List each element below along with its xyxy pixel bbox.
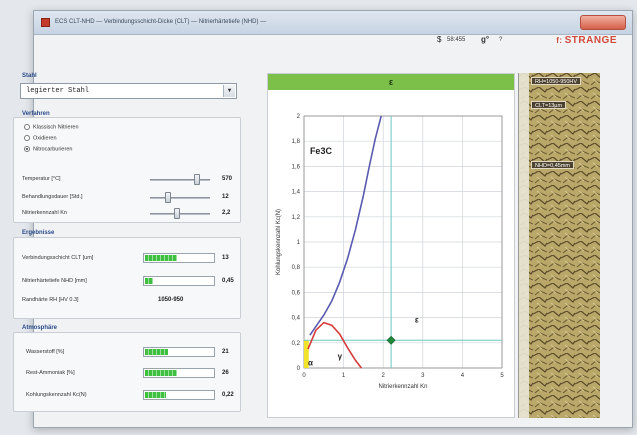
radio-icon[interactable] [24, 135, 30, 141]
atmosphaere-label: Atmosphäre [22, 325, 58, 331]
y-tick-label: 0,2 [292, 341, 301, 347]
ergebnisse-label: Ergebnisse [22, 230, 55, 236]
chart-header: ε [268, 74, 514, 90]
result-value: 0,45 [222, 278, 234, 284]
atmosphere-bar-fill [145, 370, 177, 376]
stahl-label: Stahl [22, 73, 37, 79]
x-tick-label: 1 [342, 373, 346, 379]
phase-diagram-panel: ε 0 1 2 3 4 5 0 0,2 0,4 0,6 0,8 1 1,2 1,4 1,6 1,8 2 Nitri… [267, 73, 515, 418]
dollar-icon[interactable]: $ [437, 35, 441, 44]
region-label: Fe3C [310, 146, 333, 156]
x-tick-label: 0 [302, 373, 306, 379]
region-label: ε [415, 316, 419, 325]
atmosphere-bar-fill [145, 392, 166, 398]
brand-logo: f: STRANGE [556, 35, 617, 46]
title-bar: ECS CLT-NHD — Verbindungsschicht-Dicke (… [34, 11, 632, 35]
parameter-label: Nitrierkennzahl Kn [22, 210, 67, 216]
atmosphere-value: 26 [222, 370, 229, 376]
verfahren-option[interactable]: Oxidieren [24, 135, 57, 141]
verfahren-option[interactable]: Nitrocarburieren [24, 146, 72, 152]
y-tick-label: 1,8 [292, 139, 301, 145]
verfahren-option-label: Nitrocarburieren [33, 146, 73, 153]
y-tick-label: 1 [297, 240, 301, 246]
slider-thumb[interactable] [174, 208, 180, 219]
parameter-slider[interactable] [150, 197, 210, 199]
result-bar-fill [145, 255, 177, 261]
verfahren-option-label: Klassisch Nitrieren [33, 124, 79, 131]
micrograph-tag: CLT=13µm [531, 101, 567, 109]
slider-thumb[interactable] [193, 174, 200, 185]
x-tick-label: 4 [461, 373, 465, 379]
atmosphere-bar [143, 368, 215, 378]
atmosphere-value: 0,22 [222, 392, 234, 398]
atmosphere-value: 21 [222, 349, 229, 355]
x-tick-label: 3 [421, 373, 425, 379]
result-value: 1050-950 [158, 297, 184, 303]
toolbar-value: 58:455 [447, 37, 466, 43]
x-axis-label: Nitrierkennzahl Kn [378, 384, 427, 390]
phase-boundary-1 [307, 321, 363, 369]
app-icon [41, 18, 50, 27]
result-bar [143, 253, 215, 263]
parameter-value: 12 [222, 194, 229, 200]
y-tick-label: 1,4 [292, 190, 301, 196]
atmosphere-bar [143, 347, 215, 357]
y-tick-label: 0,8 [292, 265, 301, 271]
verfahren-option-label: Oxidieren [33, 135, 57, 142]
y-tick-label: 1,6 [292, 164, 301, 170]
phase-diagram: 0 1 2 3 4 5 0 0,2 0,4 0,6 0,8 1 1,2 1,4 1,6 1,8 2 Nitrier… [276, 114, 504, 390]
radio-icon[interactable] [24, 146, 30, 152]
stahl-select[interactable]: legierter Stahl ▼ [20, 83, 237, 99]
x-tick-label: 5 [500, 373, 504, 379]
radio-icon[interactable] [24, 124, 30, 130]
stahl-select-value: legierter Stahl [26, 87, 90, 95]
parameter-label: Behandlungsdauer [Std.] [22, 194, 83, 200]
result-value: 13 [222, 255, 229, 261]
micrograph-texture [519, 73, 600, 418]
result-label: Verbindungsschicht CLT [um] [22, 255, 94, 261]
micrograph: RH=1050-950HV CLT=13µm NHD=0,45mm [518, 73, 600, 418]
help-button[interactable]: ? [499, 37, 502, 43]
result-label: Randhärte RH [HV 0.3] [22, 297, 79, 303]
y-tick-label: 0,4 [292, 316, 301, 322]
verfahren-option[interactable]: Klassisch Nitrieren [24, 124, 79, 130]
result-label: Nitrierhärtetiefe NHD [mm] [22, 278, 87, 284]
y-tick-label: 0,6 [292, 290, 301, 296]
atmosphere-label: Rest-Ammoniak [%] [26, 370, 75, 376]
parameter-slider[interactable] [150, 179, 210, 181]
parameter-slider[interactable] [150, 213, 210, 215]
micrograph-tag: NHD=0,45mm [531, 161, 574, 169]
region-label: γ [338, 352, 343, 361]
x-tick-label: 2 [382, 373, 386, 379]
parameter-value: 2,2 [222, 210, 231, 216]
atmosphere-bar [143, 390, 215, 400]
atmosphere-bar-fill [145, 349, 169, 355]
micrograph-tag: RH=1050-950HV [531, 77, 582, 85]
y-tick-label: 1,2 [292, 215, 301, 221]
verfahren-group [13, 117, 241, 223]
chevron-down-icon[interactable]: ▼ [223, 85, 235, 97]
y-axis-label: Kohlungskennzahl Kc(N) [276, 209, 282, 275]
parameter-value: 570 [222, 176, 233, 182]
slider-thumb[interactable] [165, 192, 171, 203]
result-bar-fill [145, 278, 154, 284]
result-bar [143, 276, 215, 286]
y-tick-label: 0 [297, 366, 301, 372]
window-title: ECS CLT-NHD — Verbindungsschicht-Dicke (… [55, 19, 267, 25]
y-tick-label: 2 [297, 114, 301, 120]
parameter-label: Temperatur [°C] [22, 176, 61, 182]
region-label: α [308, 358, 313, 367]
atmosphere-label: Wasserstoff [%] [26, 349, 65, 355]
settings-icon[interactable]: g° [481, 35, 489, 44]
atmosphere-label: Kohlungskennzahl Kc(N) [26, 392, 87, 398]
toolbar: $ 58:455 g° ? f: STRANGE [437, 35, 617, 49]
window-controls[interactable] [580, 15, 626, 30]
